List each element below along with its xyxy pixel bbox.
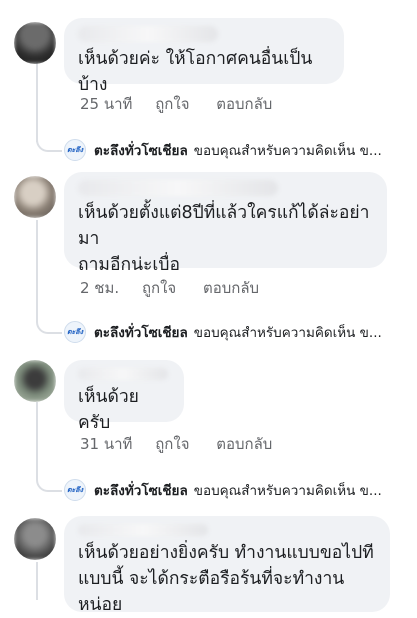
comment-text: เห็นด้วยอย่างยิ่งครับ ทำงานแบบขอไปที	[78, 543, 374, 563]
reply-button[interactable]: ตอบกลับ	[216, 432, 272, 456]
comment-bubble[interactable]: เห็นด้วยอย่างยิ่งครับ ทำงานแบบขอไปที แบบ…	[64, 516, 390, 615]
thread-line	[36, 220, 38, 320]
comment-actions: 2 ชม. ถูกใจ ตอบกลับ	[80, 276, 259, 300]
page-reply[interactable]: ตะลึง ตะลึงทั่วโซเชียล ขอบคุณสำหรับความค…	[64, 478, 382, 502]
comment-text: ถามอีกน่ะเบื่อ	[78, 255, 181, 275]
reply-connector	[36, 476, 62, 492]
page-reply[interactable]: ตะลึง ตะลึงทั่วโซเชียล ขอบคุณสำหรับความค…	[64, 320, 382, 344]
comment-bubble[interactable]: เห็นด้วยครับ	[64, 360, 184, 433]
reply-connector	[36, 136, 62, 152]
reply-author[interactable]: ตะลึงทั่วโซเชียล	[94, 479, 188, 501]
comment-actions: 25 นาที ถูกใจ ตอบกลับ	[80, 92, 272, 116]
page-logo-icon: ตะลึง	[64, 321, 86, 343]
author-name-redacted	[78, 524, 208, 536]
author-name-redacted	[78, 180, 278, 196]
comment-text: เห็นด้วยค่ะ ให้โอกาศคนอื่นเป็นบ้าง	[78, 49, 313, 95]
comment-text: เห็นด้วยครับ	[78, 387, 139, 433]
reply-button[interactable]: ตอบกลับ	[203, 276, 259, 300]
like-button[interactable]: ถูกใจ	[155, 432, 189, 456]
author-name-redacted	[78, 368, 168, 380]
thread-line	[36, 562, 38, 600]
like-button[interactable]: ถูกใจ	[155, 92, 189, 116]
comment-bubble[interactable]: เห็นด้วยตั้งแต่8ปีที่แล้วใครแก้ได้ล่ะอย่…	[64, 172, 387, 275]
avatar[interactable]	[14, 360, 56, 402]
avatar[interactable]	[14, 176, 56, 218]
comment-time[interactable]: 31 นาที	[80, 432, 132, 456]
reply-text: ขอบคุณสำหรับความคิดเห็น ข...	[193, 143, 382, 159]
reply-text: ขอบคุณสำหรับความคิดเห็น ข...	[193, 483, 382, 499]
reply-author[interactable]: ตะลึงทั่วโซเชียล	[94, 321, 188, 343]
comment-actions: 31 นาที ถูกใจ ตอบกลับ	[80, 432, 272, 456]
avatar[interactable]	[14, 22, 56, 64]
thread-line	[36, 62, 38, 142]
comment-text: เห็นด้วยตั้งแต่8ปีที่แล้วใครแก้ได้ล่ะอย่…	[78, 203, 370, 249]
comment-bubble[interactable]: เห็นด้วยค่ะ ให้โอกาศคนอื่นเป็นบ้าง	[64, 18, 344, 95]
author-name-redacted	[78, 26, 218, 42]
thread-line	[36, 402, 38, 480]
page-reply[interactable]: ตะลึง ตะลึงทั่วโซเชียล ขอบคุณสำหรับความค…	[64, 138, 382, 162]
page-logo-icon: ตะลึง	[64, 479, 86, 501]
like-button[interactable]: ถูกใจ	[142, 276, 176, 300]
reply-text: ขอบคุณสำหรับความคิดเห็น ข...	[193, 325, 382, 341]
comment-time[interactable]: 2 ชม.	[80, 276, 119, 300]
reply-connector	[36, 318, 62, 334]
comment-time[interactable]: 25 นาที	[80, 92, 132, 116]
page-logo-icon: ตะลึง	[64, 139, 86, 161]
reply-author[interactable]: ตะลึงทั่วโซเชียล	[94, 139, 188, 161]
reply-button[interactable]: ตอบกลับ	[216, 92, 272, 116]
avatar[interactable]	[14, 518, 56, 560]
comment-text: แบบนี้ จะได้กระตือรือร้นที่จะทำงานหน่อย	[78, 569, 345, 615]
